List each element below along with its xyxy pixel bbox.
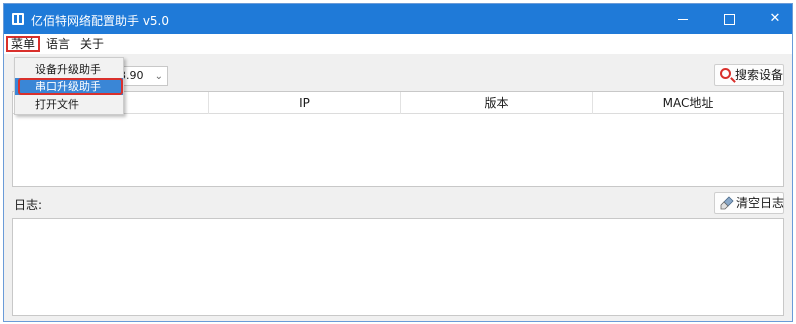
column-header-mac[interactable]: MAC地址 — [593, 92, 783, 114]
column-header-version[interactable]: 版本 — [401, 92, 593, 114]
title-bar[interactable]: 亿佰特网络配置助手 v5.0 ✕ — [4, 4, 792, 34]
minimize-button[interactable] — [660, 4, 706, 34]
search-icon — [720, 68, 731, 79]
log-output[interactable] — [12, 218, 784, 316]
menu-main[interactable]: 菜单 — [6, 36, 41, 52]
device-table[interactable]: 型号 IP 版本 MAC地址 — [12, 91, 784, 187]
menu-item-device-upgrade[interactable]: 设备升级助手 — [15, 61, 123, 78]
window-title: 亿佰特网络配置助手 v5.0 — [31, 14, 170, 28]
app-window: 亿佰特网络配置助手 v5.0 ✕ 菜单 语言 关于 3.90 ⌄ 搜索设备 型号… — [3, 3, 793, 322]
menu-item-open-file[interactable]: 打开文件 — [15, 96, 123, 113]
menu-language[interactable]: 语言 — [43, 36, 73, 52]
clear-log-label: 清空日志 — [736, 196, 785, 210]
search-device-button[interactable]: 搜索设备 — [714, 64, 784, 86]
menu-about[interactable]: 关于 — [77, 36, 107, 52]
maximize-button[interactable] — [706, 4, 752, 34]
chevron-down-icon: ⌄ — [154, 71, 163, 82]
column-header-ip[interactable]: IP — [209, 92, 401, 114]
search-device-label: 搜索设备 — [735, 68, 784, 82]
menu-bar: 菜单 语言 关于 — [4, 34, 792, 54]
log-label: 日志: — [14, 198, 43, 212]
main-menu-dropdown: 设备升级助手 串口升级助手 打开文件 — [14, 57, 124, 115]
app-logo-icon — [12, 13, 24, 25]
annotation-highlight-box — [18, 78, 123, 95]
clear-log-button[interactable]: 清空日志 — [714, 192, 784, 214]
table-header: 型号 IP 版本 MAC地址 — [13, 92, 783, 114]
close-button[interactable]: ✕ — [752, 4, 796, 34]
brush-icon — [720, 196, 734, 210]
